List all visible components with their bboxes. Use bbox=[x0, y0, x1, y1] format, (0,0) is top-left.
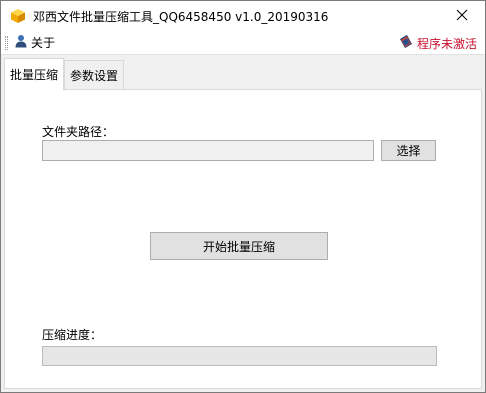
tab-parameter-settings[interactable]: 参数设置 bbox=[64, 60, 125, 90]
user-icon bbox=[14, 34, 28, 51]
title-bar: 邓西文件批量压缩工具_QQ6458450 v1.0_20190316 bbox=[1, 1, 485, 31]
folder-path-input[interactable] bbox=[42, 140, 374, 161]
compress-progress-bar bbox=[42, 346, 437, 366]
book-icon bbox=[398, 34, 414, 53]
browse-button-label: 选择 bbox=[396, 144, 421, 158]
browse-button[interactable]: 选择 bbox=[381, 140, 436, 161]
app-window: 邓西文件批量压缩工具_QQ6458450 v1.0_20190316 关于 程序… bbox=[0, 0, 486, 393]
tab-parameter-settings-label: 参数设置 bbox=[70, 69, 119, 83]
tab-strip: 批量压缩 参数设置 bbox=[4, 58, 125, 90]
toolbar-grip bbox=[5, 35, 8, 50]
activation-status[interactable]: 程序未激活 bbox=[398, 34, 477, 53]
activation-status-label: 程序未激活 bbox=[416, 37, 477, 51]
start-compress-button[interactable]: 开始批量压缩 bbox=[150, 232, 328, 260]
about-label: 关于 bbox=[31, 36, 56, 50]
app-box-icon bbox=[10, 8, 26, 24]
about-menu-item[interactable]: 关于 bbox=[14, 34, 55, 51]
progress-label: 压缩进度： bbox=[42, 328, 103, 342]
tab-batch-compress[interactable]: 批量压缩 bbox=[4, 58, 65, 90]
window-title: 邓西文件批量压缩工具_QQ6458450 v1.0_20190316 bbox=[33, 9, 329, 24]
menu-bar: 关于 程序未激活 bbox=[1, 31, 485, 55]
tab-batch-compress-label: 批量压缩 bbox=[10, 68, 59, 82]
start-compress-button-label: 开始批量压缩 bbox=[202, 239, 275, 254]
batch-compress-panel: 文件夹路径： 选择 开始批量压缩 压缩进度： bbox=[4, 89, 482, 389]
folder-path-label: 文件夹路径： bbox=[42, 125, 115, 139]
close-button[interactable] bbox=[439, 1, 485, 31]
close-icon bbox=[456, 9, 468, 24]
